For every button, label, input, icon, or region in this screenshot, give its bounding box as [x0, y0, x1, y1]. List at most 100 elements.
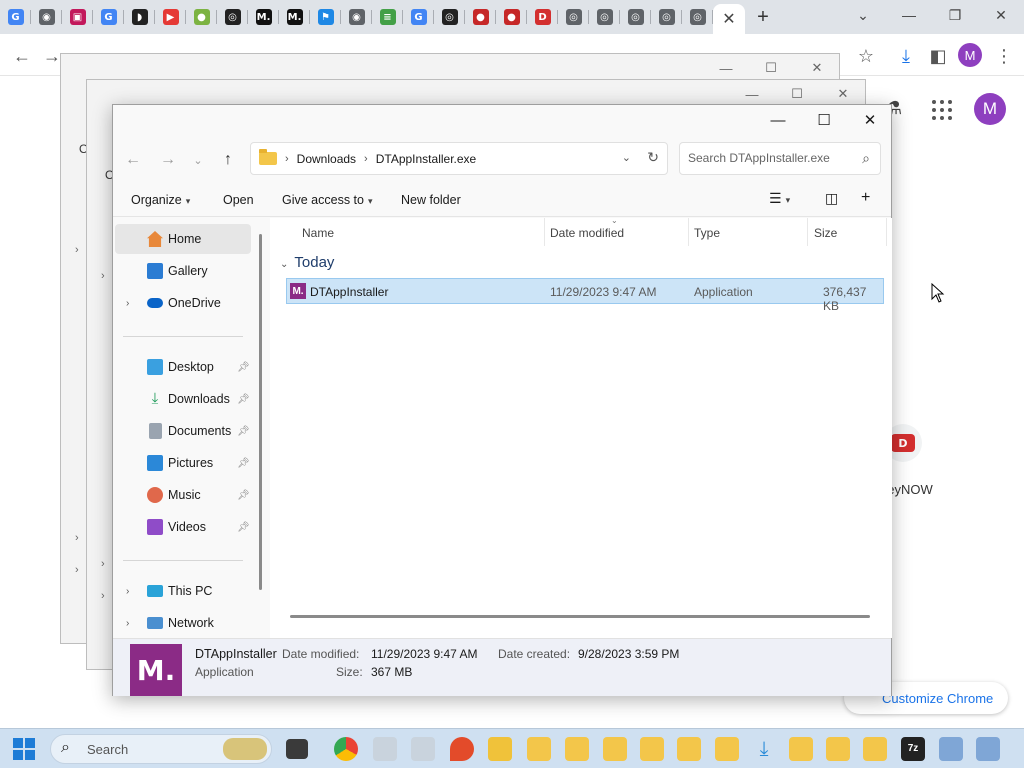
7zip-icon[interactable]: 7z [901, 737, 925, 761]
sidebar-item-videos[interactable]: Videos 📌︎ [115, 512, 251, 542]
folder-taskbar-icon[interactable] [640, 737, 664, 761]
sidebar-item-downloads[interactable]: ⤓ Downloads 📌︎ [115, 384, 251, 414]
address-bar[interactable]: › Downloads › DTAppInstaller.exe ⌄ ↻ [250, 142, 668, 175]
bookmark-star-icon[interactable]: ☆ [852, 42, 880, 70]
expand-chevron-icon[interactable]: › [126, 586, 129, 597]
google-apps-icon[interactable] [930, 98, 954, 122]
new-folder-button[interactable]: New folder [401, 193, 461, 207]
browser-tab[interactable]: ▣ [62, 0, 93, 34]
sidebar-item-pictures[interactable]: Pictures 📌︎ [115, 448, 251, 478]
breadcrumb-separator-icon[interactable]: › [364, 153, 368, 165]
pin-icon[interactable]: 📌︎ [237, 458, 250, 469]
refresh-icon[interactable]: ↻ [647, 149, 659, 166]
sidebar-item-this-pc[interactable]: › This PC [115, 576, 251, 606]
minimize-icon[interactable]: — [706, 54, 746, 82]
more-menu-icon[interactable]: ⋮ [990, 42, 1018, 70]
taskbar-search-box[interactable]: ⌕ Search [50, 734, 272, 764]
chevron-right-icon[interactable]: › [75, 564, 79, 576]
folder-taskbar-icon[interactable] [826, 737, 850, 761]
browser-tab[interactable]: ◎ [217, 0, 248, 34]
chevron-right-icon[interactable]: › [101, 558, 105, 570]
browser-tab[interactable]: ● [496, 0, 527, 34]
details-pane-icon[interactable]: ◫ [825, 190, 838, 207]
browser-tab[interactable]: ⚑ [310, 0, 341, 34]
chevron-right-icon[interactable]: › [75, 532, 79, 544]
downloads-taskbar-icon[interactable]: ⤓ [752, 737, 776, 761]
column-divider[interactable] [886, 218, 887, 246]
sidebar-item-network[interactable]: › Network [115, 608, 251, 638]
back-icon[interactable]: ← [8, 42, 36, 70]
horizontal-scrollbar[interactable] [290, 615, 870, 618]
back-arrow-icon[interactable]: ← [119, 146, 147, 174]
sidebar-item-desktop[interactable]: Desktop 📌︎ [115, 352, 251, 382]
give-access-button[interactable]: Give access to ▾ [282, 193, 373, 207]
column-divider[interactable] [544, 218, 545, 246]
column-divider[interactable] [688, 218, 689, 246]
maximize-icon[interactable]: ☐ [801, 105, 847, 135]
close-window-icon[interactable]: ✕ [978, 0, 1024, 30]
sidebar-item-home[interactable]: Home [115, 224, 251, 254]
minimize-icon[interactable]: — [886, 0, 932, 30]
breadcrumb-downloads[interactable]: Downloads [297, 152, 356, 166]
browser-tab[interactable]: ◗ [124, 0, 155, 34]
browser-tab[interactable]: ◎ [682, 0, 713, 34]
folder-taskbar-icon[interactable] [863, 737, 887, 761]
folder-taskbar-icon[interactable] [677, 737, 701, 761]
close-icon[interactable]: ✕ [797, 54, 837, 82]
sidebar-item-gallery[interactable]: Gallery [115, 256, 251, 286]
column-header-type[interactable]: Type [694, 226, 720, 240]
folder-taskbar-icon[interactable] [565, 737, 589, 761]
title-bar[interactable]: — ☐ ✕ [113, 105, 891, 135]
search-box[interactable]: ⌕ [679, 142, 881, 175]
column-header-date-modified[interactable]: Date modified [550, 226, 624, 240]
minimize-icon[interactable]: — [755, 105, 801, 135]
chevron-right-icon[interactable]: › [101, 590, 105, 602]
task-view-icon[interactable] [286, 739, 308, 759]
restore-icon[interactable]: ❐ [932, 0, 978, 30]
up-arrow-icon[interactable]: ↑ [214, 146, 242, 174]
column-divider[interactable] [807, 218, 808, 246]
side-panel-icon[interactable]: ◧ [924, 42, 952, 70]
pin-icon[interactable]: 📌︎ [237, 362, 250, 373]
browser-tab[interactable]: G [0, 0, 31, 34]
chevron-right-icon[interactable]: › [75, 244, 79, 256]
new-tab-icon[interactable]: + [745, 0, 781, 34]
browser-tab[interactable]: ◎ [620, 0, 651, 34]
browser-tab[interactable]: G [403, 0, 434, 34]
active-tab-close-icon[interactable]: ✕ [713, 4, 745, 34]
group-header-today[interactable]: ⌄ Today [280, 254, 334, 271]
browser-tab[interactable]: ◎ [434, 0, 465, 34]
browser-tab[interactable]: ◎ [558, 0, 589, 34]
breadcrumb-file[interactable]: DTAppInstaller.exe [376, 152, 477, 166]
ntp-profile-avatar[interactable]: M [974, 93, 1006, 125]
browser-tab[interactable]: M. [248, 0, 279, 34]
sidebar-item-music[interactable]: Music 📌︎ [115, 480, 251, 510]
folder-taskbar-icon[interactable] [603, 737, 627, 761]
file-app-taskbar-icon[interactable] [488, 737, 512, 761]
profile-avatar[interactable]: M [958, 43, 982, 67]
open-button[interactable]: Open [223, 193, 254, 207]
maps-pin-icon[interactable] [450, 737, 474, 761]
download-icon[interactable]: ⤓ [892, 42, 920, 70]
sidebar-item-documents[interactable]: Documents 📌︎ [115, 416, 251, 446]
expand-chevron-icon[interactable]: › [126, 618, 129, 629]
organize-button[interactable]: Organize ▾ [131, 193, 190, 207]
column-header-size[interactable]: Size [814, 226, 837, 240]
browser-tab[interactable]: M. [279, 0, 310, 34]
pin-icon[interactable]: 📌︎ [237, 522, 250, 533]
chevron-right-icon[interactable]: › [101, 270, 105, 282]
expand-chevron-icon[interactable]: › [126, 298, 129, 309]
breadcrumb-separator-icon[interactable]: › [285, 153, 289, 165]
windows-start-icon[interactable] [13, 738, 35, 760]
app-taskbar-icon[interactable] [373, 737, 397, 761]
close-icon[interactable]: ✕ [847, 105, 893, 135]
pin-icon[interactable]: 📌︎ [237, 426, 250, 437]
folder-taskbar-icon[interactable] [789, 737, 813, 761]
collapse-chevron-icon[interactable]: ⌄ [280, 259, 288, 270]
maximize-icon[interactable]: ☐ [751, 54, 791, 82]
browser-tab[interactable]: ◎ [651, 0, 682, 34]
tab-search-icon[interactable]: ⌄ [840, 0, 886, 30]
browser-tab[interactable]: ● [465, 0, 496, 34]
browser-tab[interactable]: G [93, 0, 124, 34]
view-options-icon[interactable]: ☰ ▾ [769, 190, 790, 207]
